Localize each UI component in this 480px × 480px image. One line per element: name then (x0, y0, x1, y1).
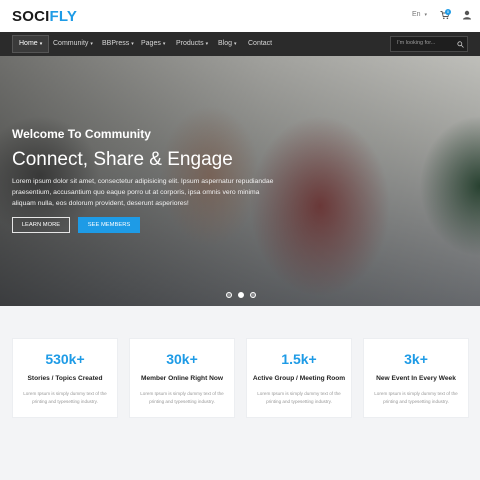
nav-item-products[interactable]: Products ▾ (176, 32, 208, 56)
chevron-down-icon: ▾ (205, 41, 209, 47)
stat-text: Lorem Ipsum is simply dummy text of the … (140, 391, 224, 404)
hero-slider: Welcome To Community Connect, Share & En… (0, 56, 480, 306)
stat-card: 1.5k+ Active Group / Meeting Room Lorem … (246, 338, 352, 418)
nav-item-pages[interactable]: Pages ▾ (141, 32, 165, 56)
hero-description: Lorem ipsum dolor sit amet, consectetur … (12, 178, 274, 207)
chevron-down-icon: ▾ (234, 41, 237, 47)
nav-item-home[interactable]: Home ▾ (12, 35, 50, 53)
stat-number: 1.5k+ (281, 351, 317, 367)
chevron-down-icon: ▾ (39, 41, 43, 47)
chevron-down-icon: ▾ (162, 41, 166, 47)
language-selector[interactable]: En ▾ (412, 11, 427, 18)
see-members-button[interactable]: SEE MEMBERS (78, 217, 140, 233)
cart-count-badge: 0 (445, 9, 451, 15)
stats-section: 530k+ Stories / Topics Created Lorem Ips… (0, 306, 480, 480)
search-input[interactable]: I'm looking for... (390, 36, 468, 52)
stat-title: New Event In Every Week (376, 375, 456, 382)
nav-item-blog[interactable]: Blog ▾ (218, 32, 237, 56)
search-placeholder: I'm looking for... (397, 40, 436, 46)
stat-text: Lorem Ipsum is simply dummy text of the … (257, 391, 341, 404)
chevron-down-icon: ▾ (90, 41, 93, 47)
chevron-down-icon: ▾ (131, 41, 134, 47)
user-icon[interactable] (462, 10, 472, 20)
stat-card: 530k+ Stories / Topics Created Lorem Ips… (12, 338, 118, 418)
hero-kicker: Welcome To Community (12, 127, 151, 141)
nav-item-bbpress[interactable]: BBPress ▾ (102, 32, 134, 56)
slider-dot[interactable] (238, 292, 244, 298)
search-icon[interactable] (457, 41, 464, 48)
nav-item-community[interactable]: Community ▾ (53, 32, 93, 56)
stat-number: 30k+ (166, 351, 198, 367)
slider-dot[interactable] (226, 292, 232, 298)
stat-title: Member Online Right Now (140, 375, 224, 382)
stat-card: 30k+ Member Online Right Now Lorem Ipsum… (129, 338, 235, 418)
nav-item-contact[interactable]: Contact (248, 32, 272, 56)
site-logo[interactable]: SOCIFLY (12, 8, 77, 25)
stat-title: Active Group / Meeting Room (252, 375, 346, 382)
stat-card: 3k+ New Event In Every Week Lorem Ipsum … (363, 338, 469, 418)
stat-text: Lorem Ipsum is simply dummy text of the … (374, 391, 458, 404)
stat-text: Lorem Ipsum is simply dummy text of the … (23, 391, 107, 404)
learn-more-button[interactable]: LEARN MORE (12, 217, 70, 233)
stat-number: 3k+ (404, 351, 428, 367)
stat-number: 530k+ (45, 351, 85, 367)
hero-title: Connect, Share & Engage (12, 149, 233, 170)
slider-dot[interactable] (250, 292, 256, 298)
stat-title: Stories / Topics Created (27, 375, 103, 382)
site-header: SOCIFLY En ▾ 0 (0, 0, 480, 32)
chevron-down-icon: ▾ (424, 12, 428, 18)
